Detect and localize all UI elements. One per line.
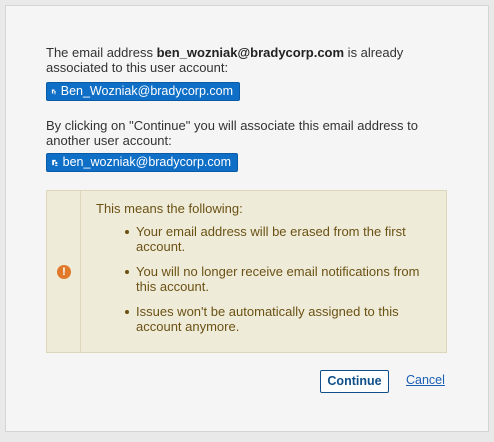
warning-title: This means the following: [96,201,243,216]
warning-content: This means the following: Your email add… [96,201,436,344]
target-user-tag-label: ben_wozniak@bradycorp.com [62,155,231,169]
target-user-tag: ben_wozniak@bradycorp.com [46,153,238,172]
warning-item: Your email address will be erased from t… [125,224,436,254]
user-icon [52,159,59,167]
warning-box: ! This means the following: Your email a… [46,190,447,353]
email-address-bold: ben_wozniak@bradycorp.com [156,45,345,60]
current-user-tag-label: Ben_Wozniak@bradycorp.com [60,84,233,98]
warning-icon: ! [57,265,71,279]
warning-item: You will no longer receive email notific… [125,264,436,294]
warning-list: Your email address will be erased from t… [96,224,436,334]
already-associated-message: The email address ben_wozniak@bradycorp.… [46,45,446,75]
associate-message: By clicking on "Continue" you will assoc… [46,118,418,148]
warning-item: Issues won't be automatically assigned t… [125,304,436,334]
cancel-link[interactable]: Cancel [406,373,445,388]
warning-gutter: ! [47,191,81,352]
dialog: The email address ben_wozniak@bradycorp.… [5,5,489,432]
user-icon [51,89,57,95]
message-prefix: The email address [46,45,157,60]
continue-button[interactable]: Continue [320,370,389,393]
current-user-tag: Ben_Wozniak@bradycorp.com [46,82,240,101]
